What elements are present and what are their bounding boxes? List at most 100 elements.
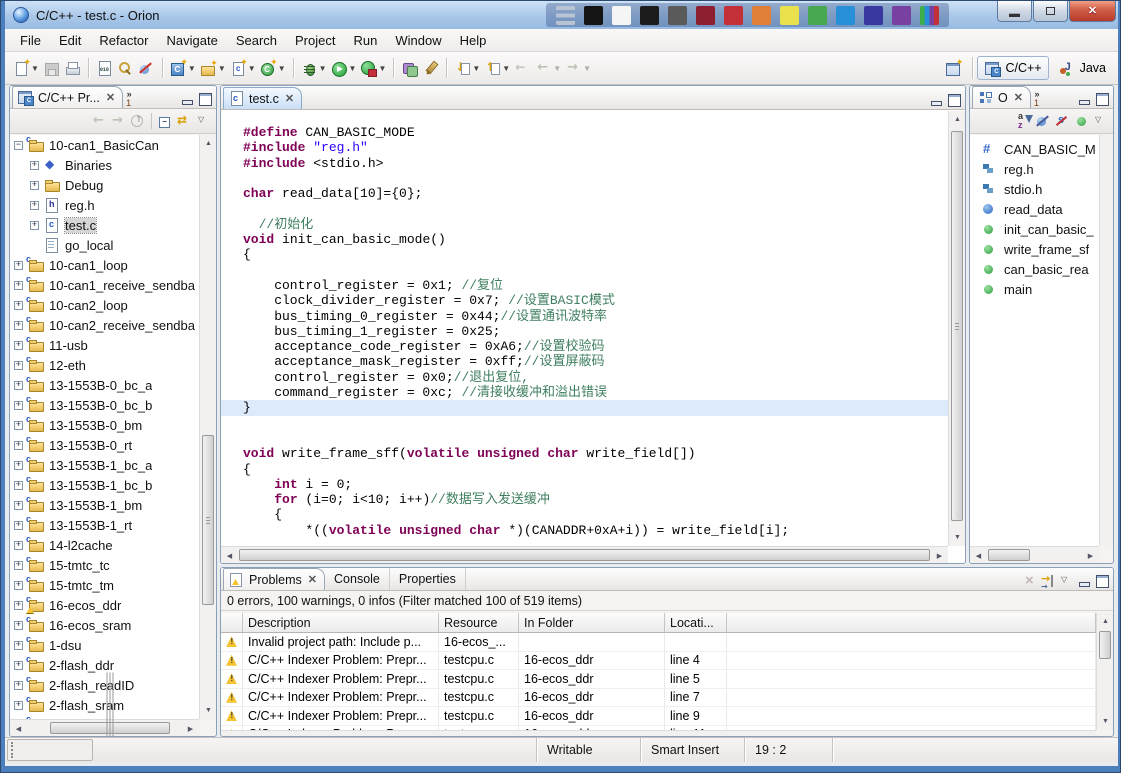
explorer-vertical-scrollbar[interactable]: ▲ ▼ <box>199 135 216 719</box>
minimize-editor-icon[interactable] <box>928 92 945 109</box>
dropdown-arrow-icon[interactable]: ▼ <box>218 64 226 73</box>
maximize-problems-icon[interactable] <box>1094 573 1111 590</box>
close-problems-icon[interactable]: ✕ <box>308 573 317 586</box>
hide-static-icon[interactable] <box>1054 113 1071 130</box>
search-button[interactable] <box>115 56 136 80</box>
tab-problems[interactable]: Problems✕ <box>223 568 325 590</box>
expand-toggle-icon[interactable]: + <box>14 661 23 670</box>
view-overflow-indicator[interactable]: »1 <box>126 90 131 108</box>
minimize-button[interactable]: ▬ <box>997 1 1032 22</box>
tree-item-13-1553B-0_rt[interactable]: +c13-1553B-0_rt <box>10 435 199 455</box>
tab-cpp-projects[interactable]: C/C++ Pr... ✕ <box>12 86 123 108</box>
expand-toggle-icon[interactable]: + <box>14 421 23 430</box>
tree-item-12-eth[interactable]: +c12-eth <box>10 355 199 375</box>
tree-item-13-1553B-1_rt[interactable]: +c13-1553B-1_rt <box>10 515 199 535</box>
tree-item-2-flash_ddr[interactable]: +c2-flash_ddr <box>10 655 199 675</box>
last-edit-button[interactable] <box>512 56 533 80</box>
minimize-view-icon[interactable] <box>179 91 196 108</box>
dropdown-arrow-icon[interactable]: ▼ <box>502 64 510 73</box>
dropdown-arrow-icon[interactable]: ▼ <box>31 64 39 73</box>
nav-forward-icon[interactable] <box>110 113 127 130</box>
forward-button[interactable]: ▼ <box>563 56 593 80</box>
menu-edit[interactable]: Edit <box>50 31 90 50</box>
close-editor-icon[interactable]: ✕ <box>285 92 294 105</box>
close-button[interactable]: ✕ <box>1069 1 1116 22</box>
expand-toggle-icon[interactable]: + <box>30 201 39 210</box>
expand-toggle-icon[interactable]: + <box>14 581 23 590</box>
outline-item-reg.h[interactable]: reg.h <box>970 159 1099 179</box>
dropdown-arrow-icon[interactable]: ▼ <box>349 64 357 73</box>
expand-toggle-icon[interactable]: + <box>14 261 23 270</box>
editor-horizontal-scrollbar[interactable]: ◀ ▶ <box>221 546 948 563</box>
tree-item-10-can1_loop[interactable]: +c10-can1_loop <box>10 255 199 275</box>
tab-properties[interactable]: Properties <box>390 568 466 590</box>
expand-toggle-icon[interactable]: + <box>14 621 23 630</box>
expand-toggle-icon[interactable]: + <box>14 681 23 690</box>
tree-item-14-l2cache[interactable]: +c14-l2cache <box>10 535 199 555</box>
expand-toggle-icon[interactable]: + <box>14 601 23 610</box>
expand-toggle-icon[interactable]: + <box>14 481 23 490</box>
expand-toggle-icon[interactable]: + <box>14 701 23 710</box>
tree-item-10-can1_BasicCan[interactable]: −c10-can1_BasicCan <box>10 135 199 155</box>
expand-toggle-icon[interactable]: + <box>30 181 39 190</box>
tree-item-go_local[interactable]: go_local <box>10 235 199 255</box>
expand-toggle-icon[interactable]: + <box>14 361 23 370</box>
problems-header-row[interactable]: DescriptionResourceIn FolderLocati... <box>221 613 1096 633</box>
tree-item-reg.h[interactable]: +reg.h <box>10 195 199 215</box>
menu-refactor[interactable]: Refactor <box>90 31 157 50</box>
tree-item-11-usb[interactable]: +c11-usb <box>10 335 199 355</box>
tree-item-10-can1_receive_sendba[interactable]: +c10-can1_receive_sendba <box>10 275 199 295</box>
explorer-horizontal-scrollbar[interactable]: ◀ ▶ <box>10 719 199 736</box>
tree-item-10-can2_loop[interactable]: +c10-can2_loop <box>10 295 199 315</box>
new-c-file-button[interactable]: ▼ <box>228 56 258 80</box>
sort-icon[interactable] <box>1016 113 1033 130</box>
expand-toggle-icon[interactable]: + <box>14 461 23 470</box>
minimize-problems-icon[interactable] <box>1076 573 1093 590</box>
expand-toggle-icon[interactable]: + <box>14 301 23 310</box>
minimize-outline-icon[interactable] <box>1076 91 1093 108</box>
tree-item-13-1553B-1_bc_a[interactable]: +c13-1553B-1_bc_a <box>10 455 199 475</box>
outline-item-init_can_basic_[interactable]: init_can_basic_ <box>970 219 1099 239</box>
save-button[interactable] <box>41 56 62 80</box>
open-perspective-button[interactable] <box>939 56 968 80</box>
expand-toggle-icon[interactable]: + <box>14 381 23 390</box>
expand-toggle-icon[interactable]: + <box>14 321 23 330</box>
expand-toggle-icon[interactable]: + <box>14 501 23 510</box>
tree-item-2-flash_sram[interactable]: +c2-flash_sram <box>10 695 199 715</box>
collapse-toggle-icon[interactable]: − <box>14 141 23 150</box>
menu-run[interactable]: Run <box>344 31 386 50</box>
tree-item-Debug[interactable]: +Debug <box>10 175 199 195</box>
dropdown-arrow-icon[interactable]: ▼ <box>472 64 480 73</box>
nav-up-icon[interactable] <box>129 113 146 130</box>
nav-back-icon[interactable] <box>91 113 108 130</box>
fast-view-bar[interactable] <box>7 739 93 761</box>
tree-item-13-1553B-1_bc_b[interactable]: +c13-1553B-1_bc_b <box>10 475 199 495</box>
delete-icon[interactable] <box>1022 573 1039 590</box>
back-button[interactable]: ▼ <box>533 56 563 80</box>
problem-row[interactable]: C/C++ Indexer Problem: Prepr...testcpu.c… <box>221 707 1096 726</box>
tree-item-13-1553B-1_bm[interactable]: +c13-1553B-1_bm <box>10 495 199 515</box>
tree-item-10-can2_receive_sendba[interactable]: +c10-can2_receive_sendba <box>10 315 199 335</box>
tree-item-16-ecos_sram[interactable]: +c16-ecos_sram <box>10 615 199 635</box>
problem-row[interactable]: Invalid project path: Include p...16-eco… <box>221 633 1096 652</box>
outline-horizontal-scrollbar[interactable]: ◀ ▶ <box>970 546 1099 563</box>
maximize-outline-icon[interactable] <box>1094 91 1111 108</box>
dropdown-arrow-icon[interactable]: ▼ <box>553 64 561 73</box>
expand-toggle-icon[interactable]: + <box>14 541 23 550</box>
tree-item-13-1553B-0_bc_b[interactable]: +c13-1553B-0_bc_b <box>10 395 199 415</box>
expand-toggle-icon[interactable]: + <box>14 561 23 570</box>
problem-row[interactable]: C/C++ Indexer Problem: Prepr...testcpu.c… <box>221 652 1096 671</box>
tree-item-16-ecos_ddr[interactable]: +c16-ecos_ddr <box>10 595 199 615</box>
outline-item-read_data[interactable]: read_data <box>970 199 1099 219</box>
dropdown-arrow-icon[interactable]: ▼ <box>188 64 196 73</box>
mark-button[interactable] <box>420 56 441 80</box>
link-with-editor-icon[interactable] <box>176 113 193 130</box>
collapse-all-icon[interactable] <box>157 113 174 130</box>
tree-item-test.c[interactable]: +test.c <box>10 215 199 235</box>
print-button[interactable] <box>62 56 83 80</box>
tree-item-1-dsu[interactable]: +c1-dsu <box>10 635 199 655</box>
tab-console[interactable]: Console <box>325 568 390 590</box>
expand-toggle-icon[interactable]: + <box>30 221 39 230</box>
expand-toggle-icon[interactable]: + <box>14 641 23 650</box>
close-outline-icon[interactable]: ✕ <box>1014 91 1023 104</box>
